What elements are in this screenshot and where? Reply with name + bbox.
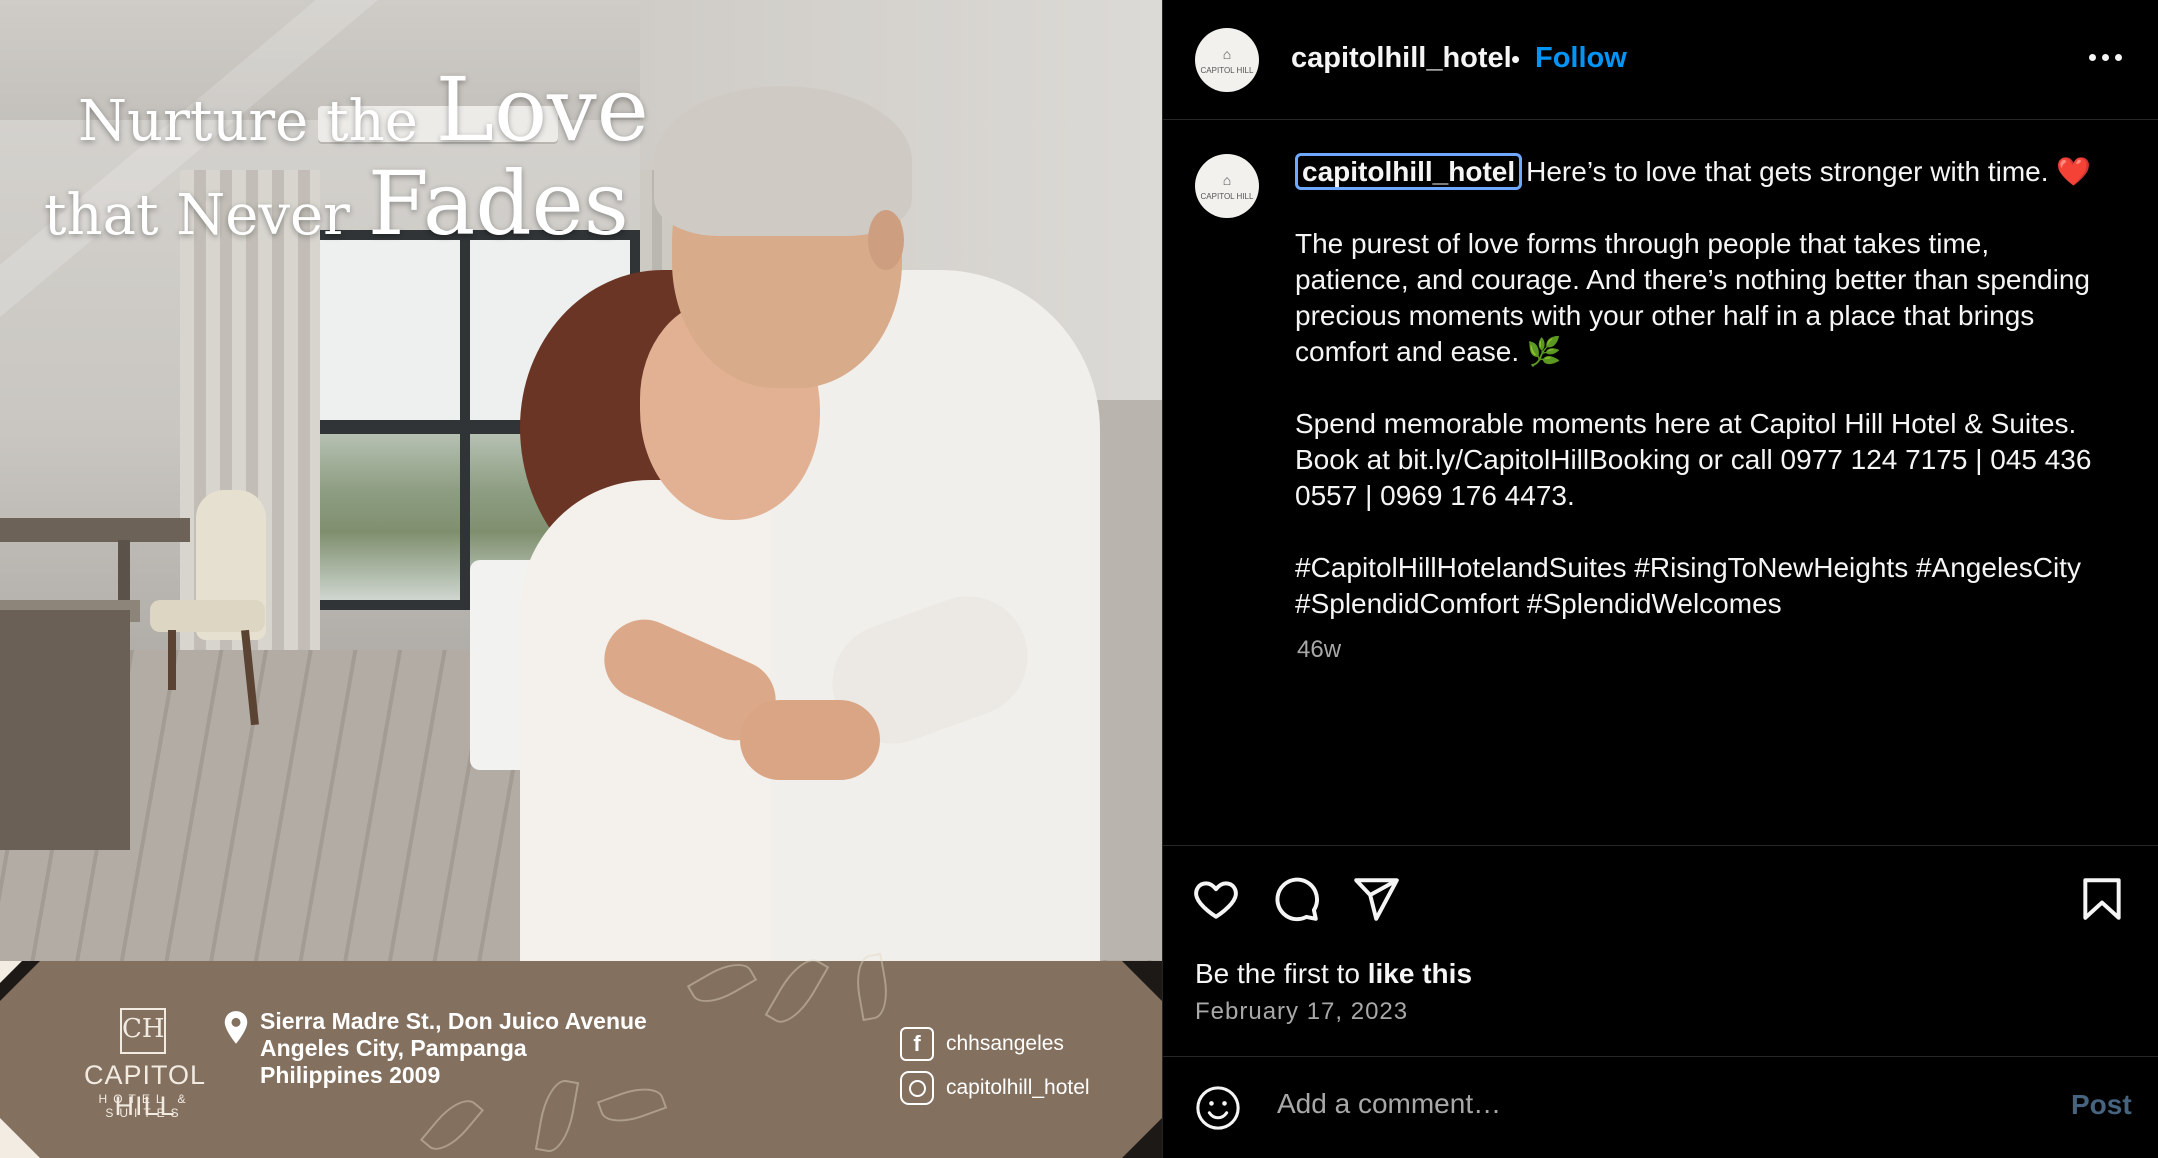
post-image[interactable]: Nurture the Love that Never Fades CH CAP… — [0, 0, 1162, 1158]
instagram-icon — [900, 1071, 934, 1105]
caption-hashtags[interactable]: #CapitolHillHotelandSuites #RisingToNewH… — [1295, 550, 2105, 622]
man-hair — [654, 86, 912, 236]
post-photo: Nurture the Love that Never Fades — [0, 0, 1162, 961]
post-side-panel: ⌂ CAPITOL HILL capitolhill_hotel • Follo… — [1162, 0, 2158, 1158]
post-age[interactable]: 46w — [1297, 636, 1341, 664]
avatar[interactable]: ⌂ CAPITOL HILL — [1195, 154, 1259, 218]
holding-hands — [740, 700, 880, 780]
facebook-handle: chhsangeles — [946, 1032, 1064, 1055]
like-this-link[interactable]: like this — [1368, 958, 1472, 989]
facebook-icon: f — [900, 1027, 934, 1061]
bookmark-icon[interactable] — [2077, 874, 2127, 924]
caption-line-1: Here’s to love that gets stronger with t… — [1526, 156, 2092, 187]
caption-area: ⌂ CAPITOL HILL capitolhill_hotel Here’s t… — [1163, 120, 2158, 846]
emoji-icon[interactable] — [1195, 1085, 1241, 1131]
instagram-handle: capitolhill_hotel — [946, 1076, 1090, 1099]
post-date: February 17, 2023 — [1195, 998, 1409, 1025]
post-header: ⌂ CAPITOL HILL capitolhill_hotel • Follo… — [1163, 0, 2158, 120]
share-icon[interactable] — [1351, 874, 1401, 924]
location-pin-icon — [224, 1011, 248, 1044]
caption-paragraph-2: The purest of love forms through people … — [1295, 228, 2090, 367]
hotel-address: Sierra Madre St., Don Juico Avenue Angel… — [260, 1008, 647, 1088]
caption-paragraph-3: Spend memorable moments here at Capitol … — [1295, 408, 2092, 511]
comment-bar: Post — [1163, 1057, 2158, 1158]
author-username[interactable]: capitolhill_hotel — [1291, 42, 1512, 75]
social-handles: f chhsangeles capitolhill_hotel — [900, 1022, 1090, 1110]
separator-dot: • — [1511, 44, 1521, 74]
headline-line-2: that Never Fades — [44, 152, 629, 255]
follow-button[interactable]: Follow — [1535, 42, 1627, 75]
post-caption: capitolhill_hotel Here’s to love that get… — [1295, 153, 2105, 658]
post-comment-button[interactable]: Post — [2071, 1089, 2132, 1121]
likes-summary: Be the first to like this — [1195, 958, 1473, 989]
action-bar: Be the first to like this February 17, 2… — [1163, 846, 2158, 1057]
headline-line-1: Nurture the Love — [78, 58, 649, 161]
capitol-hill-logo: CH CAPITOL HILL HOTEL & SUITES — [60, 1000, 230, 1121]
comment-input[interactable] — [1275, 1087, 1979, 1121]
more-options-icon[interactable] — [2089, 54, 2122, 61]
heart-icon[interactable] — [1191, 874, 1241, 924]
avatar[interactable]: ⌂ CAPITOL HILL — [1195, 28, 1259, 92]
comment-icon[interactable] — [1271, 874, 1321, 924]
caption-username-link[interactable]: capitolhill_hotel — [1295, 153, 1523, 190]
